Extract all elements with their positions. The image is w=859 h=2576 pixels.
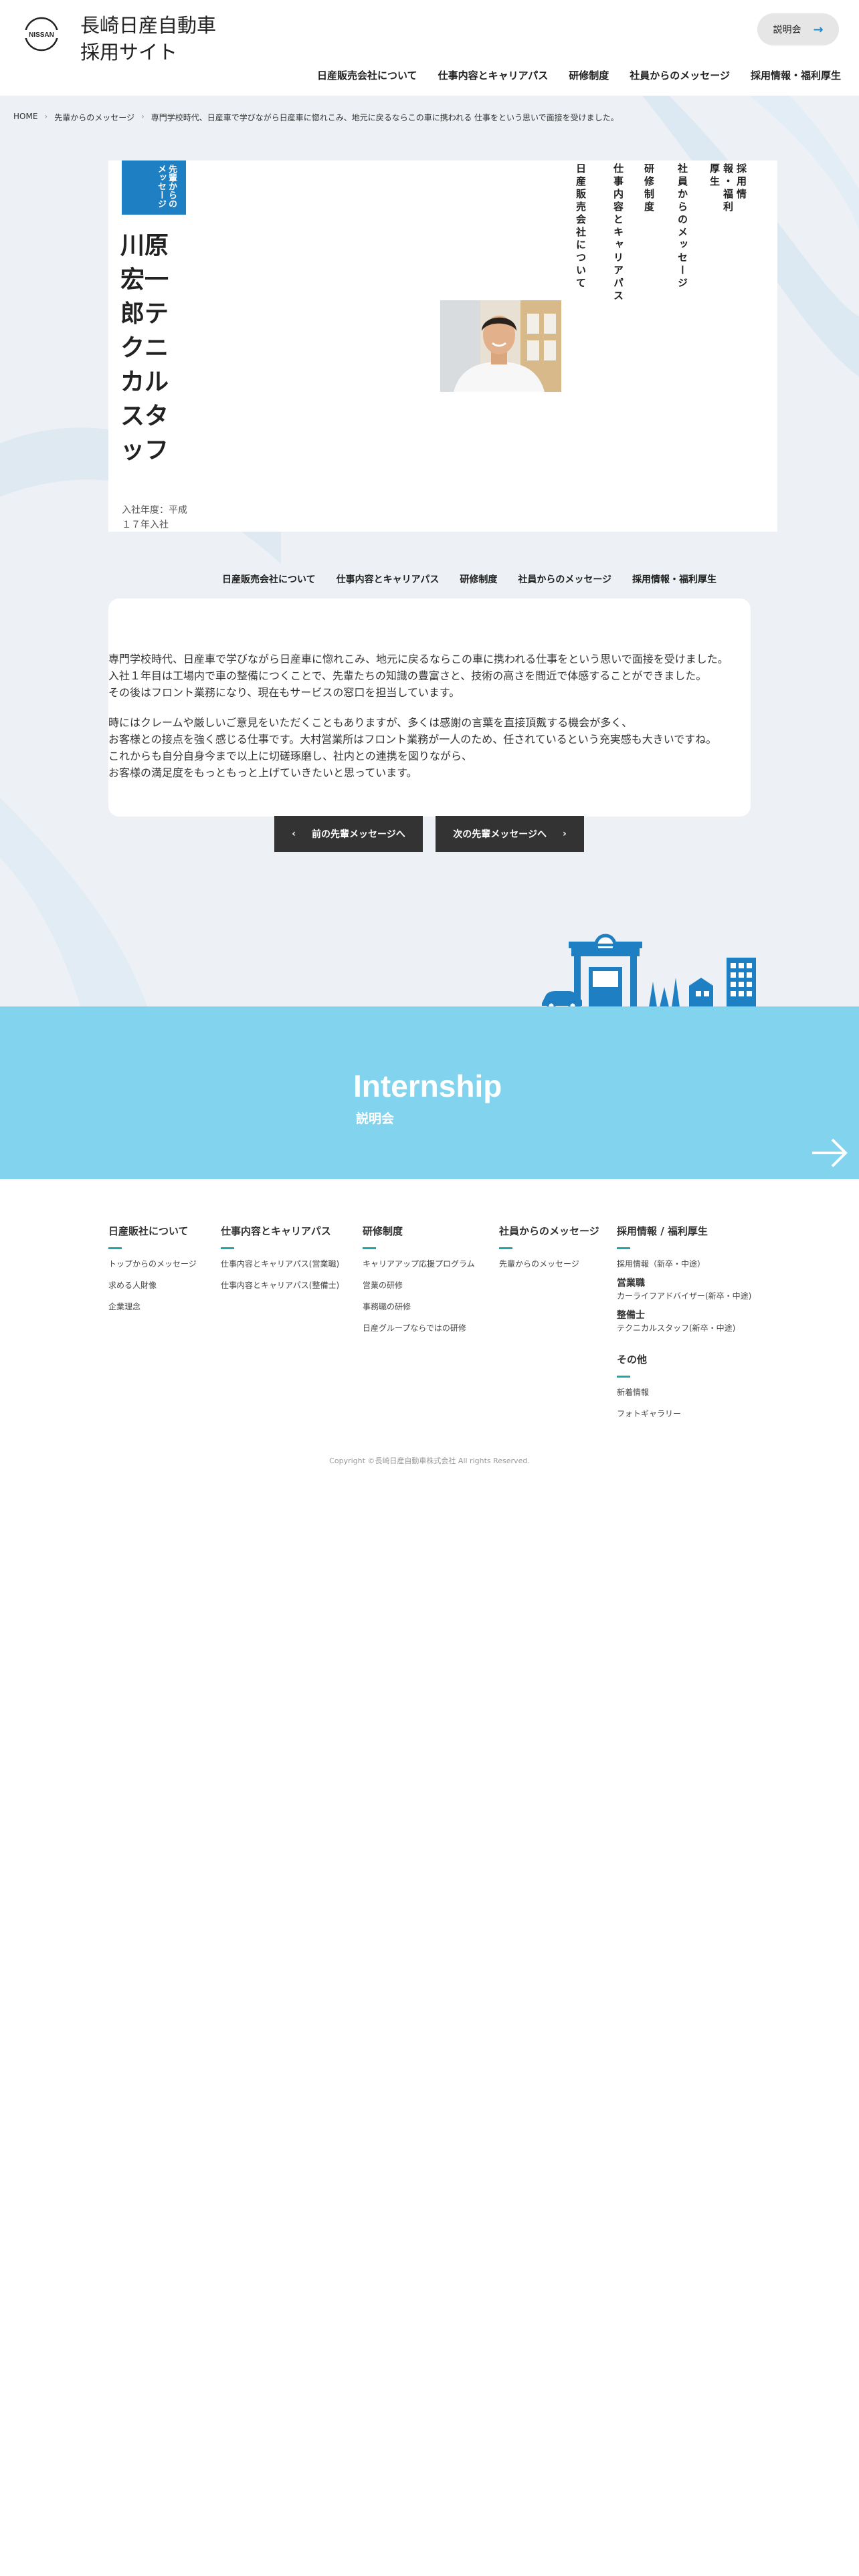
- footer-link[interactable]: 営業の研修: [363, 1279, 475, 1292]
- footer-link[interactable]: フォトギャラリー: [617, 1407, 751, 1420]
- message-line: 入社１年目は工場内で車の整備につくことで、先輩たちの知識の豊富さと、技術の高さを…: [108, 669, 707, 682]
- subnav-item-messages[interactable]: 社員からのメッセージ: [518, 572, 611, 586]
- nav-item-career[interactable]: 仕事内容とキャリアパス: [438, 68, 549, 82]
- footer-heading[interactable]: その他: [617, 1352, 751, 1366]
- global-nav: 日産販売会社について 仕事内容とキャリアパス 研修制度 社員からのメッセージ 採…: [317, 68, 841, 82]
- site-title-line2: 採用サイト: [80, 41, 178, 64]
- site-title[interactable]: 長崎日産自動車 採用サイト: [80, 12, 216, 66]
- footer-col-career: 仕事内容とキャリアパス 仕事内容とキャリアパス(営業職) 仕事内容とキャリアパス…: [221, 1224, 339, 1300]
- footer-link[interactable]: カーライフアドバイザー(新卒・中途): [617, 1289, 751, 1303]
- footer-divider: [221, 1247, 234, 1249]
- next-message-button[interactable]: 次の先輩メッセージへ ›: [436, 816, 584, 852]
- message-box: 専門学校時代、日産車で学びながら日産車に惚れこみ、地元に戻るならこの車に携われる…: [108, 599, 751, 817]
- footer-divider: [617, 1376, 630, 1378]
- footer-link[interactable]: 仕事内容とキャリアパス(整備士): [221, 1279, 339, 1292]
- footer-divider: [617, 1247, 630, 1249]
- internship-subtitle: 説明会: [356, 1111, 395, 1126]
- message-line: お客様の満足度をもっともっと上げていきたいと思っています。: [108, 766, 417, 779]
- breadcrumb: HOME › 先輩からのメッセージ › 専門学校時代、日産車で学びながら日産車に…: [13, 112, 619, 123]
- side-nav-item-training[interactable]: 研修制度: [642, 163, 656, 214]
- footer-link[interactable]: 事務職の研修: [363, 1300, 475, 1313]
- message-line: その後はフロント業務になり、現在もサービスの窓口を担当しています。: [108, 686, 460, 699]
- subnav-item-training[interactable]: 研修制度: [460, 572, 497, 586]
- category-tag: 先輩からのメッセージ: [122, 160, 186, 215]
- footer-subheading: 営業職: [617, 1278, 645, 1289]
- message-line: 時にはクレームや厳しいご意見をいただくこともありますが、多くは感謝の言葉を直接頂…: [108, 716, 633, 729]
- subnav-item-career[interactable]: 仕事内容とキャリアパス: [337, 572, 440, 586]
- footer-link[interactable]: 日産グループならではの研修: [363, 1321, 475, 1335]
- side-nav-item-company[interactable]: 日産販売会社について: [574, 163, 587, 290]
- dealership-illustration: [542, 934, 756, 1007]
- next-message-label: 次の先輩メッセージへ: [453, 829, 547, 840]
- internship-title: Internship: [353, 1069, 502, 1103]
- category-tag-label: 先輩からのメッセージ: [156, 165, 177, 208]
- nav-item-messages[interactable]: 社員からのメッセージ: [630, 68, 730, 82]
- footer-link[interactable]: テクニカルスタッフ(新卒・中途): [617, 1321, 751, 1335]
- message-line: これからも自分自身今まで以上に切磋琢磨し、社内との連携を図りながら、: [108, 750, 472, 762]
- subnav-item-recruit[interactable]: 採用情報・福利厚生: [632, 572, 717, 586]
- chevron-right-icon: ›: [44, 112, 48, 121]
- side-nav-item-messages[interactable]: 社員からのメッセージ: [676, 163, 689, 290]
- briefing-button-label: 説明会: [773, 25, 801, 35]
- message-line: お客様との接点を強く感じる仕事です。大村営業所はフロント業務が一人のため、任され…: [108, 733, 717, 746]
- footer-heading[interactable]: 仕事内容とキャリアパス: [221, 1224, 339, 1238]
- footer-link[interactable]: 採用情報（新卒・中途）: [617, 1257, 751, 1271]
- chevron-left-icon: ‹: [292, 829, 296, 839]
- staff-photo: [440, 300, 561, 392]
- footer-link[interactable]: キャリアアップ応援プログラム: [363, 1257, 475, 1271]
- nav-item-company[interactable]: 日産販売会社について: [317, 68, 417, 82]
- footer-link[interactable]: トップからのメッセージ: [108, 1257, 197, 1271]
- sub-nav: 日産販売会社について 仕事内容とキャリアパス 研修制度 社員からのメッセージ 採…: [222, 572, 717, 586]
- logo-text: NISSAN: [29, 31, 54, 39]
- footer-col-company: 日産販社について トップからのメッセージ 求める人財像 企業理念: [108, 1224, 197, 1321]
- prev-message-button[interactable]: ‹ 前の先輩メッセージへ: [274, 816, 423, 852]
- join-year: 入社年度：平成１７年入社: [122, 505, 187, 530]
- footer-link[interactable]: 仕事内容とキャリアパス(営業職): [221, 1257, 339, 1271]
- arrow-right-icon[interactable]: [811, 1137, 848, 1169]
- nissan-logo[interactable]: NISSAN: [19, 16, 64, 52]
- chevron-right-icon: ›: [562, 829, 567, 839]
- footer-subheading: 整備士: [617, 1310, 645, 1321]
- footer-heading[interactable]: 社員からのメッセージ: [499, 1224, 599, 1238]
- chevron-right-icon: ›: [140, 112, 145, 121]
- footer-link[interactable]: 求める人財像: [108, 1279, 197, 1292]
- copyright: Copyright ©長崎日産自動車株式会社 All rights Reserv…: [329, 1457, 530, 1465]
- message-line: 専門学校時代、日産車で学びながら日産車に惚れこみ、地元に戻るならこの車に携われる…: [108, 653, 729, 665]
- footer-divider: [108, 1247, 122, 1249]
- briefing-button[interactable]: 説明会 →: [757, 13, 839, 45]
- footer-divider: [363, 1247, 376, 1249]
- prev-message-label: 前の先輩メッセージへ: [312, 829, 405, 840]
- footer-col-messages: 社員からのメッセージ 先輩からのメッセージ: [499, 1224, 599, 1279]
- breadcrumb-home[interactable]: HOME: [13, 112, 37, 123]
- side-nav-item-career[interactable]: 仕事内容とキャリアパス: [611, 163, 625, 303]
- subnav-item-company[interactable]: 日産販売会社について: [222, 572, 316, 586]
- footer-divider: [499, 1247, 512, 1249]
- nav-item-training[interactable]: 研修制度: [569, 68, 609, 82]
- nav-item-recruit[interactable]: 採用情報・福利厚生: [751, 68, 841, 82]
- site-title-line1: 長崎日産自動車: [80, 14, 217, 37]
- footer-link[interactable]: 新着情報: [617, 1386, 751, 1399]
- staff-name: 川原宏一郎テクニカルスタッフ: [120, 232, 169, 464]
- footer-link[interactable]: 先輩からのメッセージ: [499, 1257, 599, 1271]
- side-nav-item-recruit[interactable]: 採用情報・福利厚生: [708, 163, 748, 223]
- footer-heading[interactable]: 採用情報 / 福利厚生: [617, 1224, 751, 1238]
- arrow-right-icon: →: [813, 22, 824, 37]
- footer-link[interactable]: 企業理念: [108, 1300, 197, 1313]
- footer-col-training: 研修制度 キャリアアップ応援プログラム 営業の研修 事務職の研修 日産グループな…: [363, 1224, 475, 1343]
- footer-col-recruit: 採用情報 / 福利厚生 採用情報（新卒・中途） 営業職 カーライフアドバイザー(…: [617, 1224, 751, 1428]
- footer-heading[interactable]: 研修制度: [363, 1224, 475, 1238]
- breadcrumb-current: 専門学校時代、日産車で学びながら日産車に惚れこみ、地元に戻るならこの車に携われる…: [151, 113, 619, 122]
- footer-heading[interactable]: 日産販社について: [108, 1224, 197, 1238]
- breadcrumb-parent[interactable]: 先輩からのメッセージ: [54, 112, 134, 123]
